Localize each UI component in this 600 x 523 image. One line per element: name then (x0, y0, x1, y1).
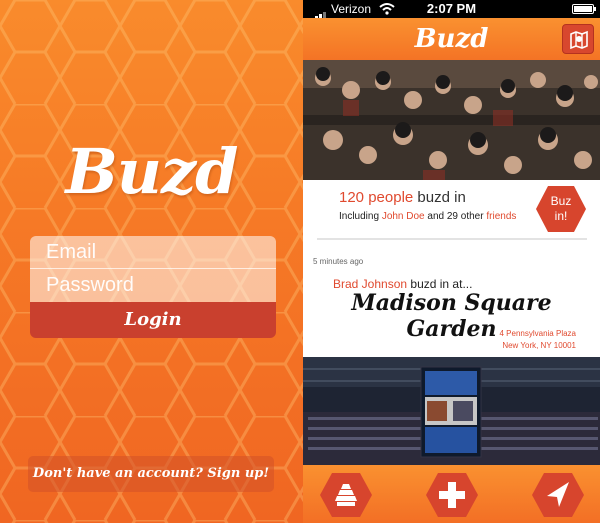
checkin-line: Brad Johnson buzd in at... (333, 277, 472, 291)
checkin-user-link[interactable]: Brad Johnson (333, 277, 407, 291)
app-logo: Buzd (65, 135, 238, 208)
map-icon (570, 30, 588, 50)
crowd-photo[interactable] (303, 60, 600, 180)
beehive-icon (320, 473, 372, 517)
battery-icon (572, 4, 596, 14)
signup-button[interactable]: Don't have an account? Sign up! (28, 456, 274, 492)
buzz-count-suffix: people (368, 189, 414, 206)
clock: 2:07 PM (426, 1, 477, 16)
friend-name-link[interactable]: John Doe (382, 211, 425, 222)
venue-photo[interactable] (303, 357, 600, 465)
buzz-count-line: 120 people buzd in (339, 189, 466, 206)
address-line-1: 4 Pennsylvania Plaza (499, 329, 577, 338)
checkin-timestamp: 5 minutes ago (313, 257, 364, 266)
arena-image (303, 357, 600, 465)
buz-in-label-line2: in! (554, 209, 568, 223)
plus-icon (426, 473, 478, 517)
including-line: Including John Doe and 29 other friends (339, 211, 516, 222)
checkin-action: buzd in at... (410, 277, 473, 291)
and-more-text: and 29 other (427, 211, 484, 222)
nav-bar: Buzd (303, 18, 600, 60)
buzz-count: 120 (339, 189, 365, 206)
status-bar: Verizon 2:07 PM (303, 0, 600, 23)
map-button[interactable] (562, 24, 594, 54)
friends-link[interactable]: friends (486, 211, 516, 222)
checkin-card[interactable]: 5 minutes ago Brad Johnson buzd in at...… (303, 240, 600, 357)
tab-beehive[interactable] (319, 472, 373, 518)
tab-bar (303, 465, 600, 523)
location-arrow-icon (532, 473, 584, 517)
including-prefix: Including (339, 211, 380, 222)
nav-title: Buzd (414, 24, 489, 54)
tab-add-buzz[interactable] (425, 472, 479, 518)
tab-location[interactable] (531, 472, 585, 518)
login-button[interactable]: Login (30, 302, 276, 338)
login-screen: Buzd Login Don't have an account? Sign u… (0, 0, 303, 523)
buz-in-button[interactable]: Buz in! (535, 185, 587, 233)
buz-in-label: Buz in! (535, 194, 587, 224)
crowd-image (303, 60, 600, 180)
login-form: Login (30, 236, 276, 338)
password-field[interactable] (30, 269, 276, 302)
feed-screen: Verizon 2:07 PM Buzd 120 people buzd in … (303, 0, 600, 523)
buzd-in-text: buzd in (417, 189, 466, 206)
buz-in-label-line1: Buz (550, 194, 572, 208)
venue-address: 4 Pennsylvania Plaza New York, NY 10001 (500, 328, 577, 352)
address-line-2: New York, NY 10001 (502, 341, 576, 350)
email-field[interactable] (30, 236, 276, 269)
